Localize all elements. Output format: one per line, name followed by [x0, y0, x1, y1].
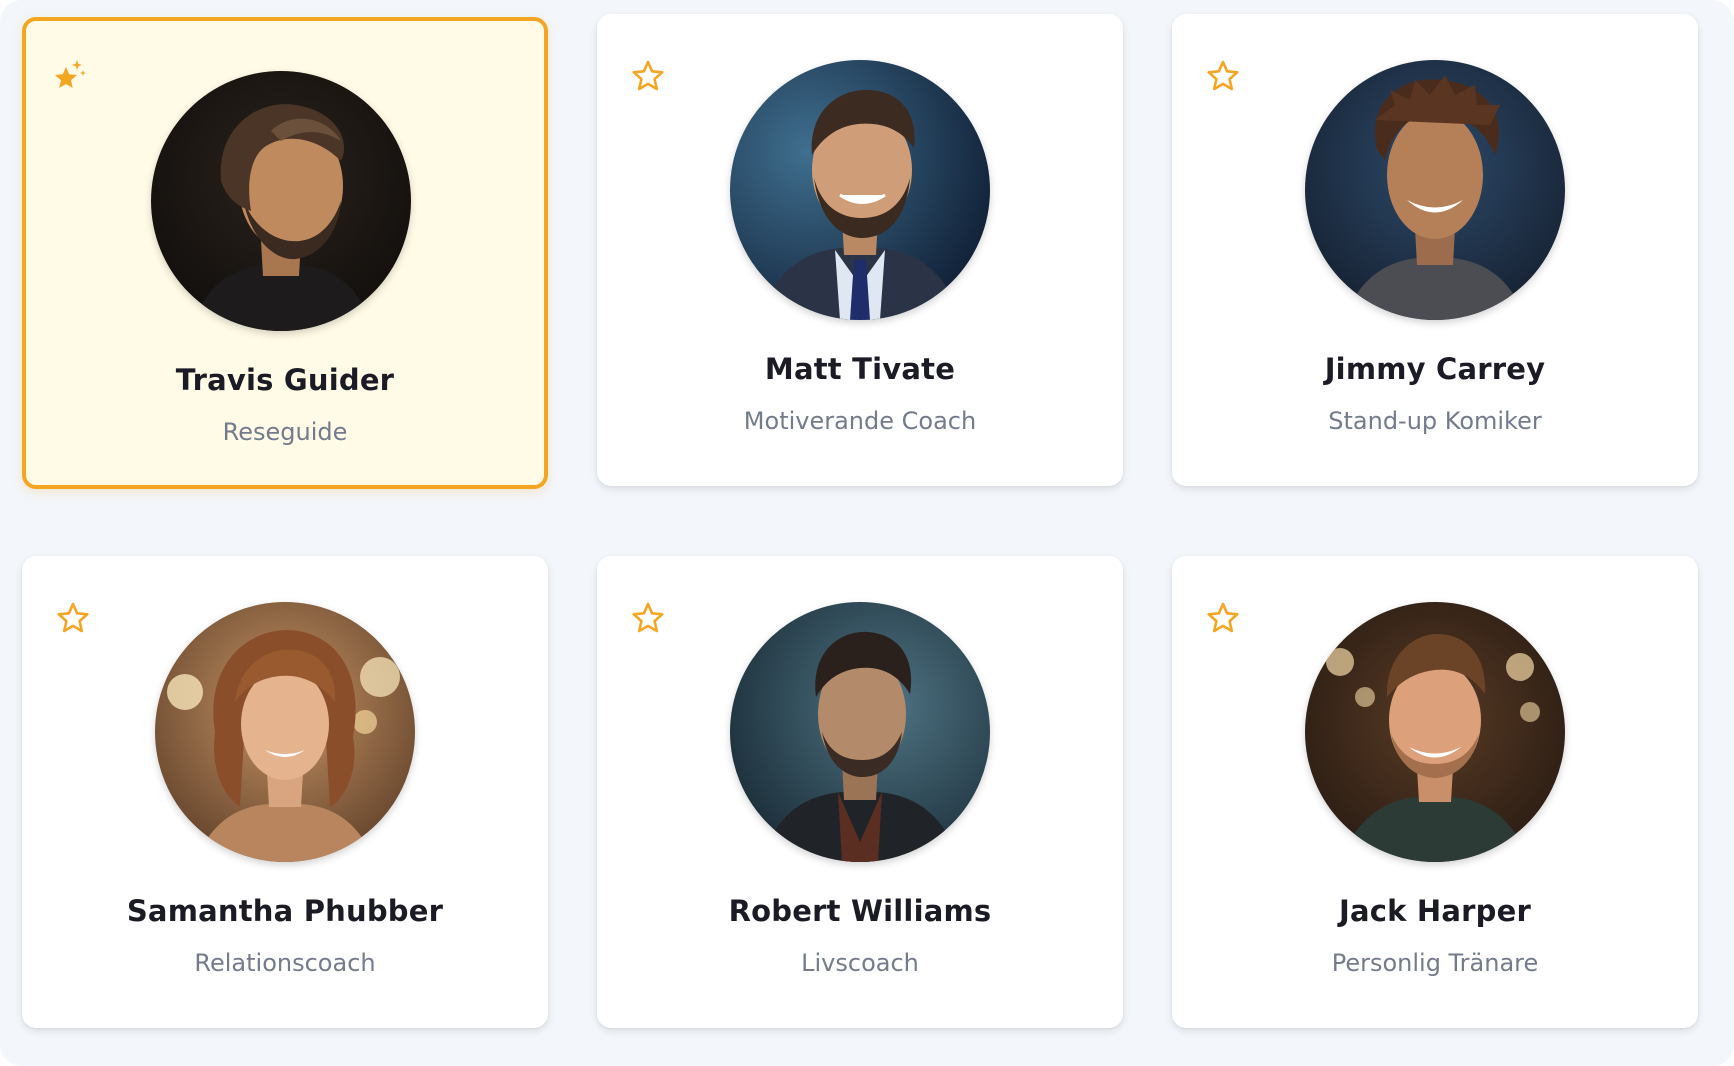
persona-name: Jack Harper: [1338, 894, 1531, 928]
star-outline-icon[interactable]: [629, 600, 667, 638]
persona-card-matt-tivate[interactable]: Matt Tivate Motiverande Coach: [597, 14, 1123, 486]
persona-role: Motiverande Coach: [743, 407, 977, 435]
persona-card-samantha-phubber[interactable]: Samantha Phubber Relationscoach: [22, 556, 548, 1028]
persona-card-travis-guider[interactable]: Travis Guider Reseguide: [22, 17, 548, 489]
avatar-samantha-phubber: [155, 602, 415, 862]
star-outline-icon[interactable]: [629, 58, 667, 96]
persona-card-robert-williams[interactable]: Robert Williams Livscoach: [597, 556, 1123, 1028]
persona-name: Jimmy Carrey: [1324, 352, 1546, 386]
persona-role: Personlig Tränare: [1331, 949, 1539, 977]
persona-role: Livscoach: [801, 949, 919, 977]
avatar-travis-guider: [151, 71, 411, 331]
star-outline-icon[interactable]: [54, 600, 92, 638]
avatar-matt-tivate: [730, 60, 990, 320]
persona-card-jack-harper[interactable]: Jack Harper Personlig Tränare: [1172, 556, 1698, 1028]
avatar-jimmy-carrey: [1305, 60, 1565, 320]
persona-name: Samantha Phubber: [126, 894, 444, 928]
persona-role: Stand-up Komiker: [1328, 407, 1542, 435]
persona-role: Reseguide: [222, 418, 348, 446]
persona-name: Matt Tivate: [764, 352, 956, 386]
persona-grid: Travis Guider Reseguide Matt Tivate Moti…: [0, 0, 1734, 1066]
star-outline-icon[interactable]: [1204, 58, 1242, 96]
persona-name: Robert Williams: [728, 894, 992, 928]
sparkle-star-icon[interactable]: [50, 57, 88, 95]
avatar-robert-williams: [730, 602, 990, 862]
persona-name: Travis Guider: [175, 363, 395, 397]
avatar-jack-harper: [1305, 602, 1565, 862]
persona-card-jimmy-carrey[interactable]: Jimmy Carrey Stand-up Komiker: [1172, 14, 1698, 486]
star-outline-icon[interactable]: [1204, 600, 1242, 638]
persona-role: Relationscoach: [194, 949, 376, 977]
